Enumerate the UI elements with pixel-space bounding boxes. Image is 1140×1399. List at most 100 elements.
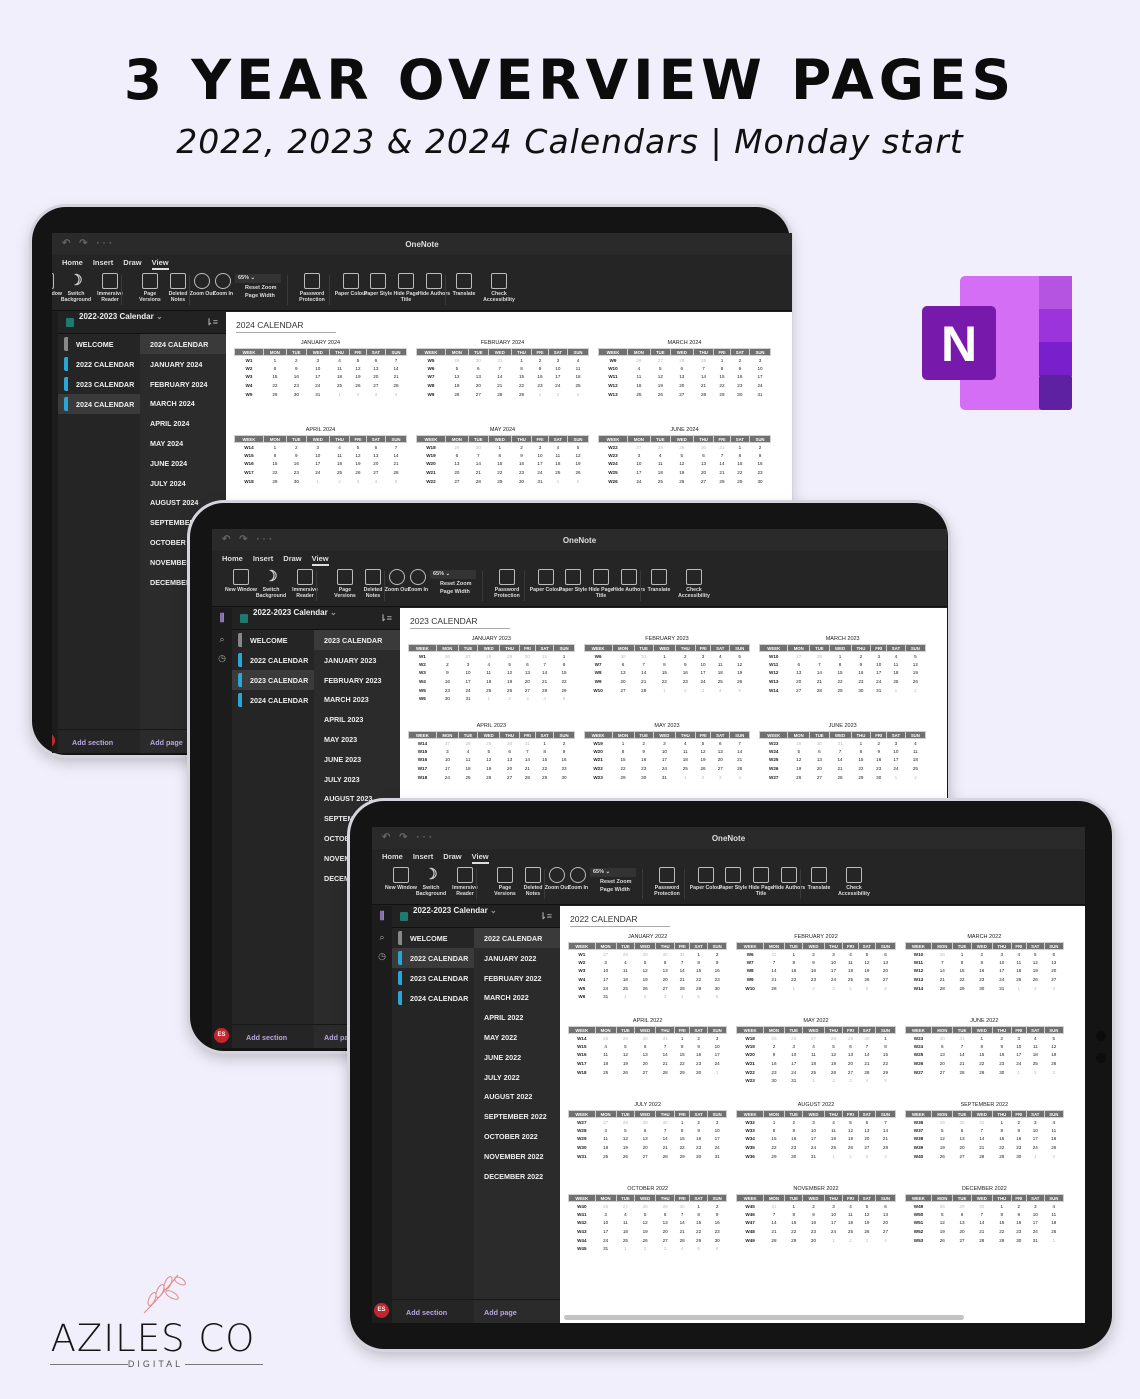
- day-cell[interactable]: 11: [1026, 1042, 1044, 1051]
- day-cell[interactable]: 16: [707, 1219, 726, 1228]
- day-cell[interactable]: 3: [366, 390, 385, 399]
- password-protection-button[interactable]: Password Protection: [295, 273, 329, 303]
- day-cell[interactable]: 30: [871, 773, 887, 782]
- day-cell[interactable]: 26: [858, 975, 876, 984]
- page-item[interactable]: AUGUST 2022: [474, 1086, 560, 1106]
- day-cell[interactable]: 14: [829, 756, 851, 765]
- day-cell[interactable]: 3: [824, 984, 843, 993]
- day-cell[interactable]: 20: [876, 1219, 895, 1228]
- day-cell[interactable]: 18: [568, 373, 589, 382]
- day-cell[interactable]: 10: [1026, 1210, 1044, 1219]
- day-cell[interactable]: 10: [824, 1210, 843, 1219]
- day-cell[interactable]: 17: [750, 373, 771, 382]
- day-cell[interactable]: 23: [634, 764, 653, 773]
- day-cell[interactable]: 14: [876, 1126, 895, 1135]
- day-cell[interactable]: 22: [511, 381, 531, 390]
- day-cell[interactable]: 18: [843, 967, 858, 976]
- day-cell[interactable]: 3: [824, 950, 843, 959]
- day-cell[interactable]: 29: [829, 686, 851, 695]
- add-page-button[interactable]: Add page: [474, 1299, 560, 1323]
- day-cell[interactable]: 20: [670, 381, 693, 390]
- day-cell[interactable]: 1: [763, 1118, 784, 1127]
- day-cell[interactable]: 6: [707, 1244, 726, 1253]
- day-cell[interactable]: 27: [500, 773, 520, 782]
- page-width-button[interactable]: Page Width: [590, 887, 636, 893]
- day-cell[interactable]: 30: [693, 443, 713, 452]
- day-cell[interactable]: 31: [532, 477, 548, 486]
- day-cell[interactable]: 3: [707, 1034, 726, 1043]
- day-cell[interactable]: 11: [458, 756, 477, 765]
- day-cell[interactable]: 20: [500, 764, 520, 773]
- day-cell[interactable]: 3: [695, 686, 711, 695]
- day-cell[interactable]: 29: [714, 390, 730, 399]
- day-cell[interactable]: 25: [329, 381, 349, 390]
- page-item[interactable]: FEBRUARY 2024: [140, 374, 226, 394]
- day-cell[interactable]: 28: [730, 764, 750, 773]
- add-section-button[interactable]: Add section: [58, 729, 140, 753]
- day-cell[interactable]: 1: [690, 1202, 708, 1211]
- day-cell[interactable]: 4: [366, 477, 385, 486]
- day-cell[interactable]: 1: [1011, 984, 1026, 993]
- day-cell[interactable]: 30: [932, 1034, 953, 1043]
- day-cell[interactable]: 19: [824, 1059, 843, 1068]
- day-cell[interactable]: 18: [616, 1227, 634, 1236]
- day-cell[interactable]: 3: [458, 660, 477, 669]
- translate-button[interactable]: Translate: [642, 569, 676, 593]
- page-item[interactable]: JANUARY 2023: [314, 650, 400, 670]
- day-cell[interactable]: 27: [595, 1118, 616, 1127]
- day-cell[interactable]: 29: [675, 1068, 690, 1077]
- day-cell[interactable]: 22: [714, 381, 730, 390]
- day-cell[interactable]: 21: [763, 975, 784, 984]
- section-item[interactable]: 2022 CALENDAR: [392, 948, 474, 968]
- day-cell[interactable]: 18: [905, 756, 925, 765]
- day-cell[interactable]: 1: [824, 1236, 843, 1245]
- day-cell[interactable]: 9: [554, 747, 574, 756]
- day-cell[interactable]: 2: [763, 1042, 784, 1051]
- day-cell[interactable]: 20: [635, 1059, 656, 1068]
- section-item[interactable]: WELCOME: [232, 630, 314, 650]
- day-cell[interactable]: 31: [714, 443, 730, 452]
- day-cell[interactable]: 30: [707, 984, 726, 993]
- reset-zoom-button[interactable]: Reset Zoom: [430, 581, 476, 587]
- avatar[interactable]: ES: [214, 1028, 229, 1043]
- day-cell[interactable]: 17: [707, 1135, 726, 1144]
- day-cell[interactable]: 25: [650, 477, 670, 486]
- tab-home[interactable]: Home: [222, 554, 243, 563]
- day-cell[interactable]: 12: [1026, 958, 1044, 967]
- day-cell[interactable]: 29: [635, 1118, 656, 1127]
- day-cell[interactable]: 21: [693, 381, 713, 390]
- day-cell[interactable]: 16: [286, 460, 306, 469]
- day-cell[interactable]: 2: [785, 1118, 803, 1127]
- day-cell[interactable]: 18: [650, 468, 670, 477]
- day-cell[interactable]: 6: [876, 984, 895, 993]
- day-cell[interactable]: 8: [851, 747, 871, 756]
- day-cell[interactable]: 13: [656, 1219, 675, 1228]
- day-cell[interactable]: 30: [763, 1076, 784, 1085]
- section-item[interactable]: 2024 CALENDAR: [232, 690, 314, 710]
- day-cell[interactable]: 21: [386, 373, 407, 382]
- day-cell[interactable]: 9: [730, 364, 749, 373]
- day-cell[interactable]: 28: [386, 381, 407, 390]
- day-cell[interactable]: 12: [1044, 1042, 1063, 1051]
- section-item[interactable]: 2023 CALENDAR: [392, 968, 474, 988]
- day-cell[interactable]: 3: [532, 443, 548, 452]
- day-cell[interactable]: 14: [519, 756, 535, 765]
- day-cell[interactable]: 28: [971, 1152, 992, 1161]
- day-cell[interactable]: 4: [803, 1042, 824, 1051]
- day-cell[interactable]: 4: [824, 1118, 843, 1127]
- day-cell[interactable]: 18: [711, 669, 730, 678]
- day-cell[interactable]: 13: [876, 958, 895, 967]
- day-cell[interactable]: 28: [971, 1236, 992, 1245]
- day-cell[interactable]: 18: [824, 1135, 843, 1144]
- day-cell[interactable]: 29: [535, 773, 554, 782]
- day-cell[interactable]: 8: [763, 1126, 784, 1135]
- day-cell[interactable]: 5: [386, 477, 407, 486]
- day-cell[interactable]: 9: [690, 1126, 708, 1135]
- day-cell[interactable]: 1: [511, 356, 531, 365]
- day-cell[interactable]: 28: [656, 1152, 675, 1161]
- day-cell[interactable]: 1: [653, 686, 675, 695]
- day-cell[interactable]: 7: [829, 747, 851, 756]
- day-cell[interactable]: 6: [876, 950, 895, 959]
- day-cell[interactable]: 11: [616, 967, 634, 976]
- day-cell[interactable]: 25: [843, 1227, 858, 1236]
